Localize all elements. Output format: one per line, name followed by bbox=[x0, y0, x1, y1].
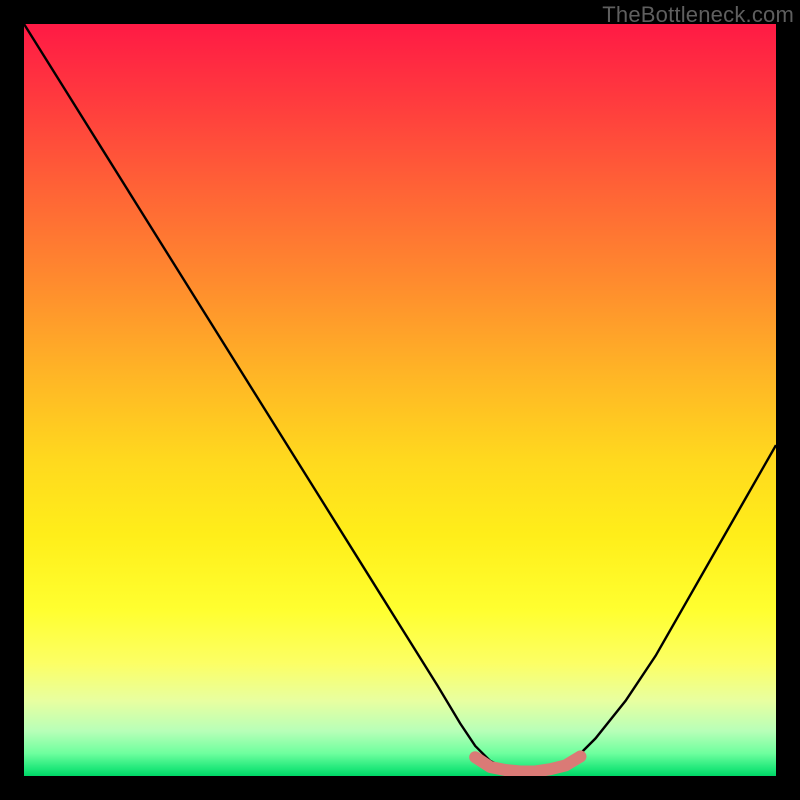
bottleneck-curve bbox=[24, 24, 776, 772]
watermark-text: TheBottleneck.com bbox=[602, 2, 794, 28]
chart-svg bbox=[24, 24, 776, 776]
chart-gradient-area bbox=[24, 24, 776, 776]
chart-frame: TheBottleneck.com bbox=[0, 0, 800, 800]
optimum-band bbox=[475, 756, 580, 771]
